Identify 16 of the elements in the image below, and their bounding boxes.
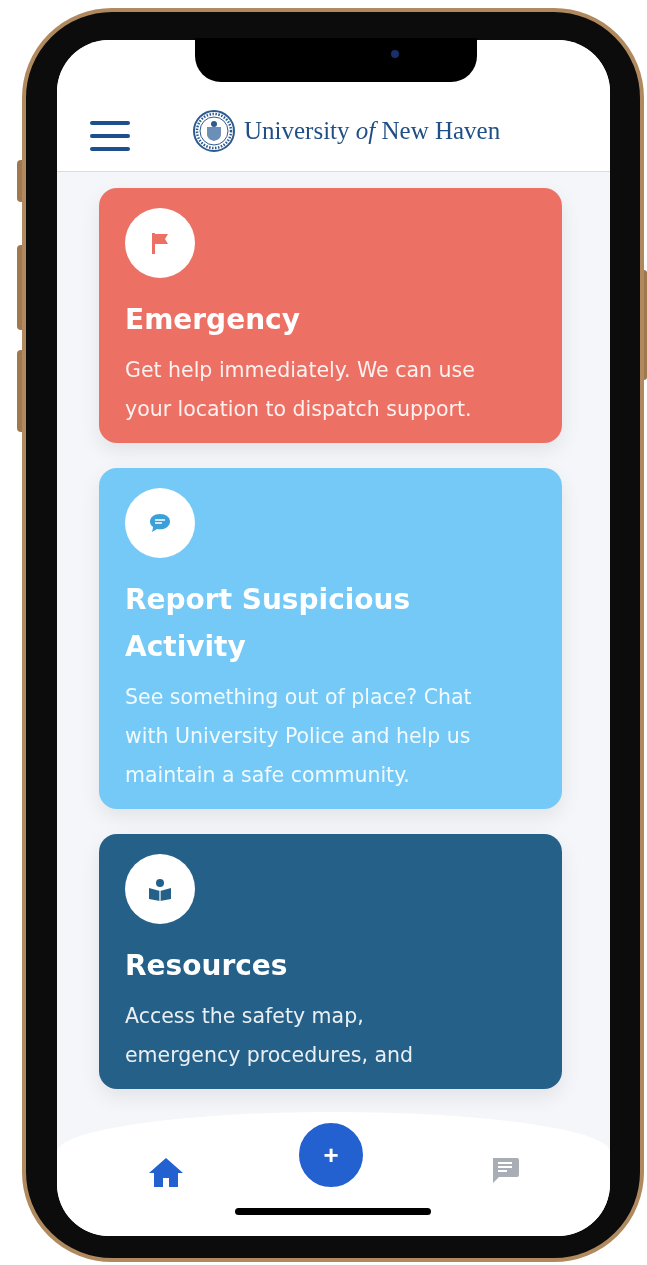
camera-icon [391, 50, 399, 58]
card-description: Access the safety map, emergency procedures, and [125, 1003, 415, 1069]
seal-logo-icon [192, 109, 236, 153]
card-description: Get help immediately. We can use your location to dispatch support. [125, 357, 476, 423]
card-title: Emergency [125, 302, 301, 338]
action-card[interactable]: Resources Access the safety map, emergency procedures, and [99, 834, 562, 1089]
menu-icon[interactable] [90, 121, 130, 151]
card-title: Resources [125, 948, 289, 984]
home-icon[interactable] [147, 1156, 185, 1188]
card-description: See something out of place? Chat with University Police and help us maintain a safe community. [125, 684, 473, 789]
action-card[interactable]: Emergency Get help immediately. We can use your location to dispatch support. [99, 188, 562, 443]
flag-icon [149, 231, 171, 255]
speech-bubble-icon [148, 512, 172, 534]
brand-name: University of New Haven [244, 116, 501, 147]
reading-person-icon [147, 877, 173, 901]
card-title: Report Suspicious Activity [125, 582, 412, 665]
